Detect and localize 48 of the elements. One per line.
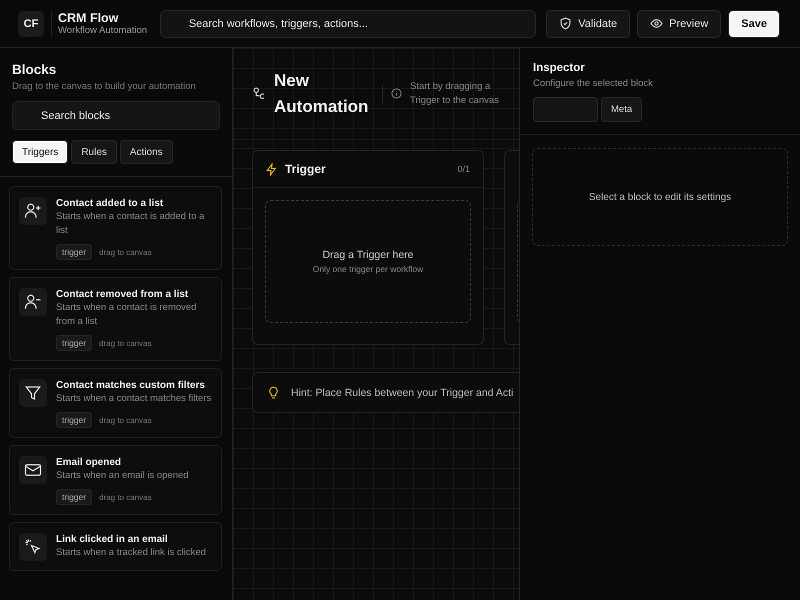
- block-card[interactable]: Contact removed from a list Starts when a contact is removed from a list trigger drag to canvas: [9, 277, 222, 361]
- block-card[interactable]: Email opened Starts when an email is opened trigger drag to canvas: [9, 445, 222, 515]
- empty-message: Select a block to edit its settings: [588, 192, 732, 202]
- logo: CF: [18, 10, 44, 36]
- block-title: Contact removed from a list: [56, 289, 188, 300]
- validate-button[interactable]: Validate: [546, 10, 630, 38]
- type-tag: trigger: [56, 489, 92, 505]
- hint-text: Hint: Place Rules between your Trigger and Acti: [291, 386, 514, 398]
- search-field[interactable]: Search blocks: [12, 101, 220, 130]
- drag-hint: drag to canvas: [99, 338, 152, 348]
- tab[interactable]: Triggers: [12, 140, 68, 164]
- tab[interactable]: Rules: [71, 140, 117, 164]
- panel-subtitle: Drag to the canvas to build your automation: [12, 81, 197, 92]
- block-card[interactable]: Link clicked in an email Starts when a tracked link is clicked: [9, 522, 222, 571]
- drop-title: Drag a Trigger here: [322, 249, 414, 261]
- block-card[interactable]: Contact matches custom filters Starts when a contact matches filters trigger drag to canvas: [9, 368, 222, 438]
- drop-hint: Only one trigger per workflow: [312, 264, 424, 274]
- card-title: Trigger: [285, 162, 326, 176]
- block-title: Link clicked in an email: [56, 534, 168, 545]
- block-description: Starts when a contact is removed from a list: [56, 301, 198, 329]
- app-subtitle: Workflow Automation: [58, 25, 148, 36]
- panel-title: Inspector: [533, 62, 586, 74]
- drag-hint: drag to canvas: [99, 492, 152, 502]
- panel-title: Blocks: [12, 62, 58, 77]
- search-field[interactable]: Search workflows, triggers, actions...: [160, 10, 536, 38]
- type-tag: trigger: [56, 244, 92, 260]
- drag-hint: drag to canvas: [99, 248, 152, 256]
- canvas-hint: Start by dragging a Trigger to the canvas: [410, 80, 500, 108]
- drag-hint: drag to canvas: [99, 416, 152, 424]
- trigger-count: 0/1: [457, 164, 470, 174]
- tab[interactable]: Actions: [120, 140, 173, 164]
- panel-subtitle: Configure the selected block: [533, 78, 654, 89]
- block-title: Email opened: [56, 457, 122, 468]
- drop-zone[interactable]: Drag a Trigger here Only one trigger per workflow: [265, 200, 471, 323]
- block-description: Starts when an email is opened: [56, 469, 189, 483]
- block-title: Contact matches custom filters: [56, 380, 205, 391]
- block-title: Contact added to a list: [56, 198, 164, 209]
- preview-button[interactable]: Preview: [637, 10, 722, 38]
- type-tag: trigger: [56, 412, 92, 428]
- block-card[interactable]: Contact added to a list Starts when a contact is added to a list trigger drag to canvas: [9, 186, 222, 270]
- app-name: CRM Flow: [58, 11, 120, 25]
- block-description: Starts when a contact is added to a list: [56, 210, 206, 238]
- block-description: Starts when a contact matches filters: [56, 392, 212, 406]
- block-description: Starts when a tracked link is clicked: [56, 546, 206, 560]
- save-button[interactable]: Save: [728, 10, 780, 38]
- type-tag: trigger: [56, 335, 92, 351]
- meta-button[interactable]: Meta: [601, 97, 642, 122]
- workflow-title: New Automation: [274, 70, 370, 118]
